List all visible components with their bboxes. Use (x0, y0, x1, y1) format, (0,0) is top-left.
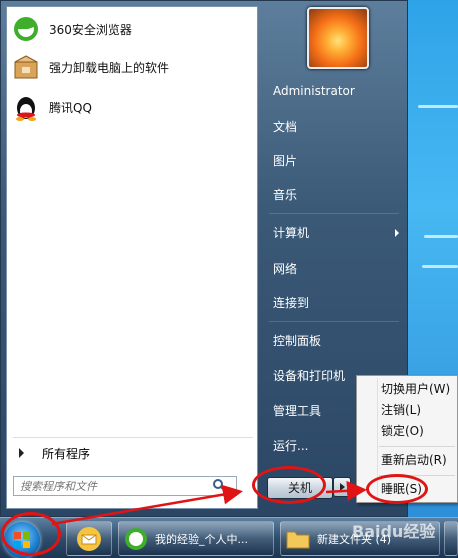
annotation-arrows (51, 480, 367, 526)
